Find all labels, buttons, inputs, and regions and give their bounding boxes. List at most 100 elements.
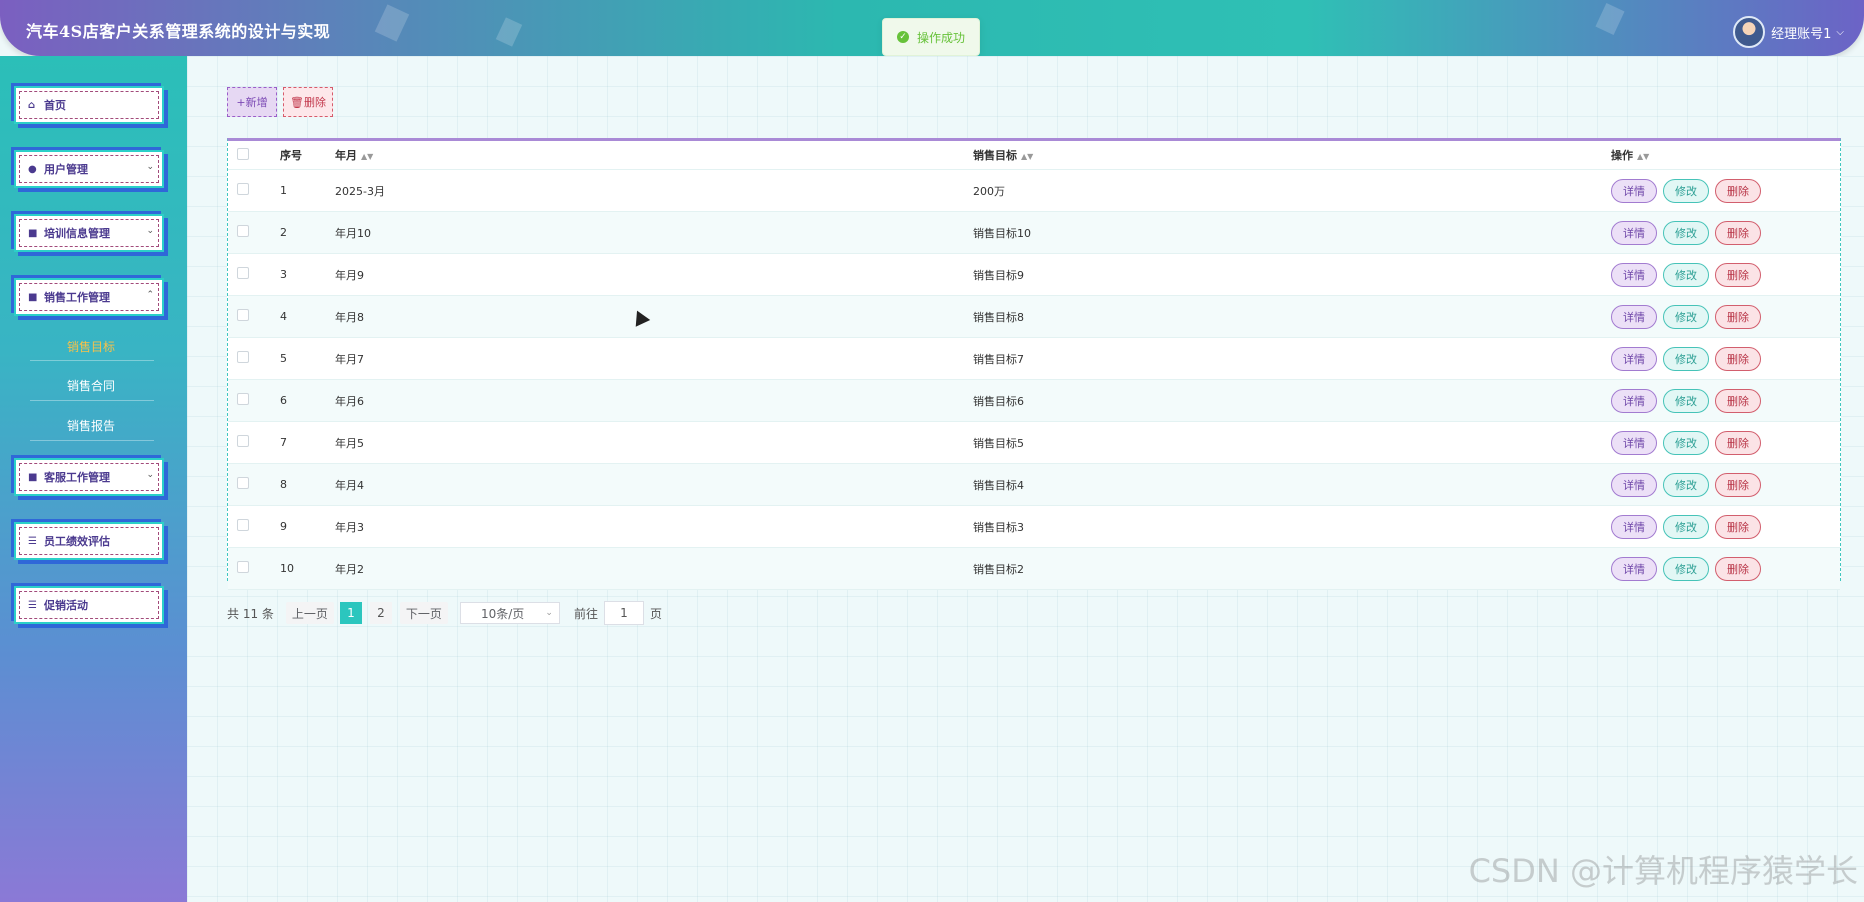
delete-button[interactable]: 删除 bbox=[1715, 262, 1761, 287]
toast-message: 操作成功 bbox=[916, 30, 965, 45]
detail-button[interactable]: 详情 bbox=[1611, 430, 1657, 455]
row-checkbox[interactable] bbox=[237, 435, 249, 447]
edit-button[interactable]: 修改 bbox=[1663, 514, 1709, 539]
edit-button[interactable]: 修改 bbox=[1663, 472, 1709, 497]
add-button-label: 新增 bbox=[245, 96, 268, 109]
table-header-row: 序号 年月 ▲▼ 销售目标 ▲▼ 操作 ▲▼ bbox=[228, 141, 1840, 170]
edit-button[interactable]: 修改 bbox=[1663, 430, 1709, 455]
detail-button[interactable]: 详情 bbox=[1611, 178, 1657, 203]
batch-delete-button[interactable]: 🗑 删除 bbox=[283, 87, 333, 117]
table-row: 6 年月6 销售目标6 详情 修改 删除 bbox=[228, 379, 1840, 422]
delete-button[interactable]: 删除 bbox=[1715, 556, 1761, 581]
sidebar-item-label: 首页 bbox=[44, 99, 66, 112]
column-header-month[interactable]: 年月 ▲▼ bbox=[335, 141, 973, 170]
table-row: 4 年月8 销售目标8 详情 修改 删除 bbox=[228, 295, 1840, 338]
edit-button[interactable]: 修改 bbox=[1663, 178, 1709, 203]
sidebar-item-label: 用户管理 bbox=[44, 163, 88, 176]
cell-month: 年月5 bbox=[335, 421, 973, 464]
edit-button[interactable]: 修改 bbox=[1663, 346, 1709, 371]
page-size-select[interactable]: 10条/页 ⌄ bbox=[459, 602, 560, 624]
detail-button[interactable]: 详情 bbox=[1611, 220, 1657, 245]
edit-button[interactable]: 修改 bbox=[1663, 220, 1709, 245]
folder-icon: ■ bbox=[28, 291, 38, 303]
detail-button[interactable]: 详情 bbox=[1611, 514, 1657, 539]
page-1-button[interactable]: 1 bbox=[339, 602, 362, 624]
add-button[interactable]: + 新增 bbox=[227, 87, 277, 117]
detail-button[interactable]: 详情 bbox=[1611, 556, 1657, 581]
cell-target: 销售目标4 bbox=[973, 463, 1611, 506]
sidebar-subitem-sales-report[interactable]: 销售报告 bbox=[18, 417, 164, 434]
cell-target: 销售目标8 bbox=[973, 295, 1611, 338]
sidebar-subitem-sales-contract[interactable]: 销售合同 bbox=[18, 377, 164, 394]
detail-button[interactable]: 详情 bbox=[1611, 304, 1657, 329]
sort-icon[interactable]: ▲▼ bbox=[361, 152, 373, 161]
watermark: CSDN @计算机程序猿学长 bbox=[1468, 852, 1858, 890]
sidebar-item-training[interactable]: ■ 培训信息管理 ⌄ bbox=[14, 214, 164, 252]
delete-button[interactable]: 删除 bbox=[1715, 388, 1761, 413]
sidebar-item-sales[interactable]: ■ 销售工作管理 ⌃ bbox=[14, 278, 164, 316]
delete-button[interactable]: 删除 bbox=[1715, 514, 1761, 539]
delete-button[interactable]: 删除 bbox=[1715, 472, 1761, 497]
divider bbox=[30, 360, 154, 361]
cell-index: 10 bbox=[280, 547, 335, 590]
user-menu[interactable]: 经理账号1 ⌵ bbox=[1733, 16, 1844, 48]
cell-month: 年月3 bbox=[335, 505, 973, 548]
delete-button[interactable]: 删除 bbox=[1715, 430, 1761, 455]
detail-button[interactable]: 详情 bbox=[1611, 388, 1657, 413]
cell-month: 2025-3月 bbox=[335, 169, 973, 212]
cell-index: 2 bbox=[280, 211, 335, 254]
header-decoration bbox=[374, 4, 410, 42]
row-checkbox[interactable] bbox=[237, 267, 249, 279]
folder-icon: ■ bbox=[28, 471, 38, 483]
row-checkbox[interactable] bbox=[237, 225, 249, 237]
cell-target: 销售目标10 bbox=[973, 211, 1611, 254]
check-circle-icon: ✓ bbox=[896, 31, 909, 43]
page-size-value: 10条/页 bbox=[480, 606, 525, 621]
row-checkbox[interactable] bbox=[237, 309, 249, 321]
edit-button[interactable]: 修改 bbox=[1663, 304, 1709, 329]
divider bbox=[30, 400, 154, 401]
delete-button[interactable]: 删除 bbox=[1715, 220, 1761, 245]
delete-button[interactable]: 删除 bbox=[1715, 346, 1761, 371]
row-checkbox[interactable] bbox=[237, 561, 249, 573]
cell-month: 年月4 bbox=[335, 463, 973, 506]
sort-icon[interactable]: ▲▼ bbox=[1637, 152, 1649, 161]
select-all-checkbox[interactable] bbox=[237, 147, 249, 160]
sidebar-subitem-sales-target[interactable]: 销售目标 bbox=[18, 338, 164, 355]
row-checkbox[interactable] bbox=[237, 183, 249, 195]
row-checkbox[interactable] bbox=[237, 351, 249, 363]
detail-button[interactable]: 详情 bbox=[1611, 472, 1657, 497]
header-decoration bbox=[495, 17, 523, 47]
prev-page-button[interactable]: 上一页 bbox=[285, 602, 334, 624]
table-row: 1 2025-3月 200万 详情 修改 删除 bbox=[228, 169, 1840, 212]
cell-index: 9 bbox=[280, 505, 335, 548]
table-row: 9 年月3 销售目标3 详情 修改 删除 bbox=[228, 505, 1840, 548]
chevron-down-icon: ⌄ bbox=[146, 470, 154, 480]
table-row: 10 年月2 销售目标2 详情 修改 删除 bbox=[228, 547, 1840, 590]
row-checkbox[interactable] bbox=[237, 477, 249, 489]
row-checkbox[interactable] bbox=[237, 393, 249, 405]
edit-button[interactable]: 修改 bbox=[1663, 556, 1709, 581]
sidebar-item-home[interactable]: ⌂ 首页 bbox=[14, 86, 164, 124]
detail-button[interactable]: 详情 bbox=[1611, 346, 1657, 371]
detail-button[interactable]: 详情 bbox=[1611, 262, 1657, 287]
cell-month: 年月7 bbox=[335, 337, 973, 380]
next-page-button[interactable]: 下一页 bbox=[399, 602, 448, 624]
delete-button[interactable]: 删除 bbox=[1715, 178, 1761, 203]
table-row: 8 年月4 销售目标4 详情 修改 删除 bbox=[228, 463, 1840, 506]
sort-icon[interactable]: ▲▼ bbox=[1021, 152, 1033, 161]
edit-button[interactable]: 修改 bbox=[1663, 388, 1709, 413]
column-header-target[interactable]: 销售目标 ▲▼ bbox=[973, 141, 1611, 170]
chevron-down-icon: ⌵ bbox=[1836, 26, 1844, 38]
sidebar-item-promotion[interactable]: ☰ 促销活动 bbox=[14, 586, 164, 624]
sidebar-item-performance[interactable]: ☰ 员工绩效评估 bbox=[14, 522, 164, 560]
goto-page-input[interactable]: 1 bbox=[603, 601, 644, 625]
sidebar-item-service[interactable]: ■ 客服工作管理 ⌄ bbox=[14, 458, 164, 496]
column-header-label: 操作 bbox=[1611, 149, 1633, 162]
sidebar-item-users[interactable]: ● 用户管理 ⌄ bbox=[14, 150, 164, 188]
edit-button[interactable]: 修改 bbox=[1663, 262, 1709, 287]
delete-button[interactable]: 删除 bbox=[1715, 304, 1761, 329]
row-checkbox[interactable] bbox=[237, 519, 249, 531]
column-header-index: 序号 bbox=[280, 141, 335, 170]
page-2-button[interactable]: 2 bbox=[369, 602, 392, 624]
